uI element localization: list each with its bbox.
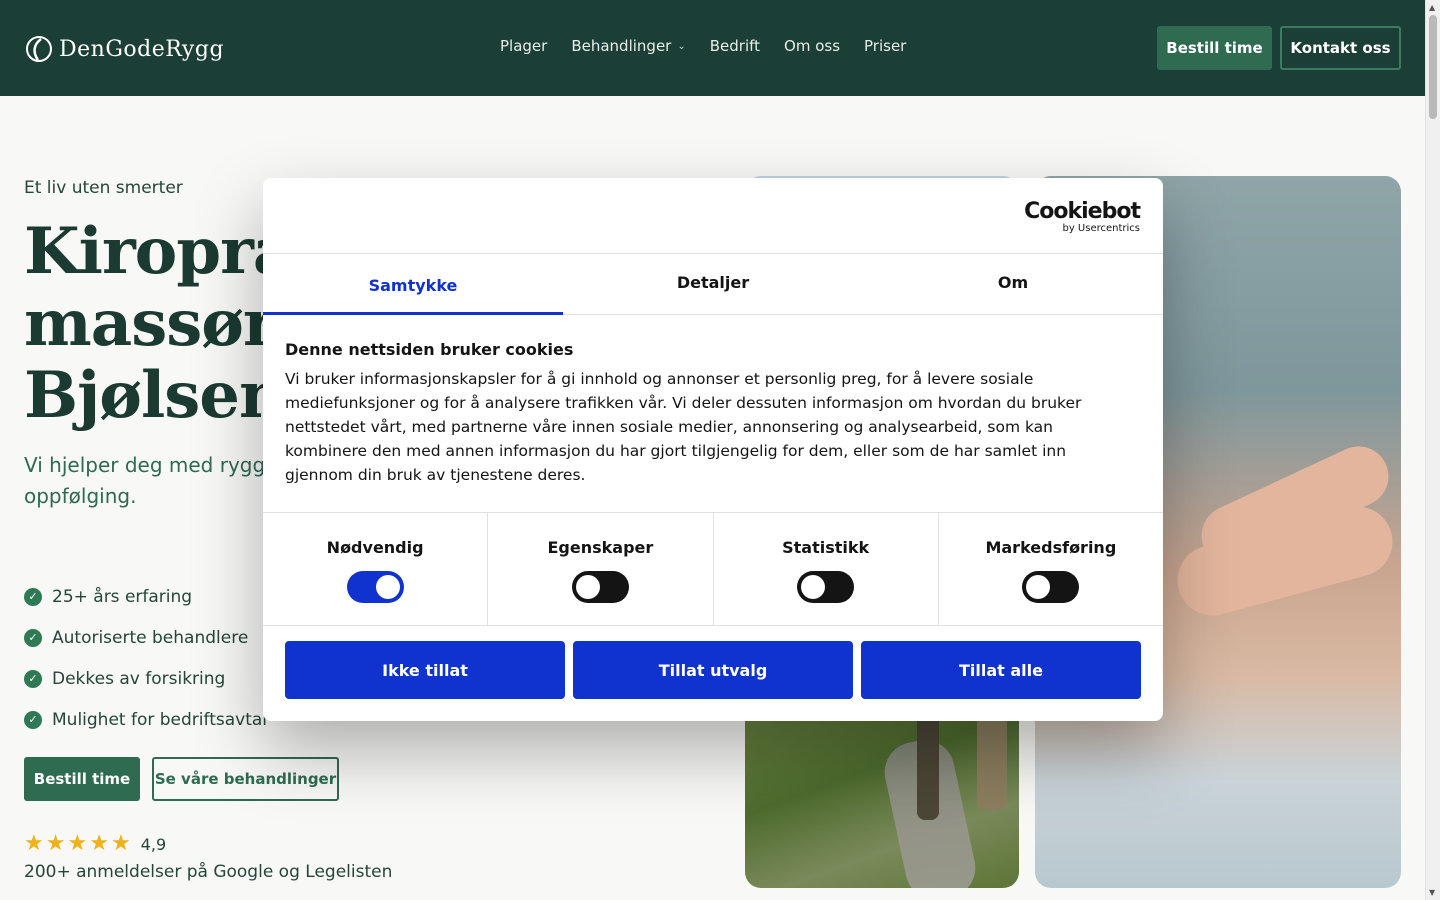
scroll-down-icon[interactable]: ▼ <box>1429 888 1435 897</box>
cookie-text: Vi bruker informasjonskapsler for å gi i… <box>285 370 1082 484</box>
toggle-switch-markedsforing[interactable] <box>1022 571 1080 603</box>
toggle-switch-nodvendig[interactable] <box>346 571 404 603</box>
rating-value: 4,9 <box>140 834 167 854</box>
check-icon: ✓ <box>24 628 42 647</box>
header-contact-button[interactable]: Kontakt oss <box>1280 26 1401 70</box>
toggle-label: Egenskaper <box>547 538 654 557</box>
hero-book-button[interactable]: Bestill time <box>24 757 140 801</box>
toggle-knob <box>1026 575 1051 599</box>
nav-item-behandlinger[interactable]: Behandlinger ⌄ <box>571 37 685 55</box>
check-icon: ✓ <box>24 669 42 688</box>
star-icon: ★ <box>45 831 66 856</box>
hero-treatments-button[interactable]: Se våre behandlinger <box>152 757 339 801</box>
logo-text: DenGodeRygg <box>59 36 225 62</box>
star-icon: ★ <box>110 831 131 856</box>
nav-item-bedrift[interactable]: Bedrift <box>710 37 760 55</box>
nav-item-label: Plager <box>500 37 548 55</box>
feature-label: Autoriserte behandlere <box>52 627 249 648</box>
toggle-knob <box>575 575 600 599</box>
cookiebot-name: Cookiebot <box>1024 199 1141 224</box>
feature-label: Dekkes av forsikring <box>52 668 226 689</box>
nav-item-label: Om oss <box>784 37 841 55</box>
feature-item: ✓ Mulighet for bedriftsavtal <box>24 699 267 740</box>
toggle-knob <box>375 575 400 599</box>
hero-eyebrow: Et liv uten smerter <box>24 178 183 198</box>
cookie-tabs: Samtykke Detaljer Om <box>263 253 1163 315</box>
nav-item-label: Bedrift <box>709 37 761 55</box>
reviews-text: 200+ anmeldelser på Google og Legelisten <box>24 862 393 882</box>
tab-om[interactable]: Om <box>863 254 1163 314</box>
check-icon: ✓ <box>24 710 42 729</box>
rating: ★ ★ ★ ★ ★ 4,9 <box>24 832 166 856</box>
feature-label: Mulighet for bedriftsavtal <box>52 709 268 730</box>
cookie-buttons: Ikke tillat Tillat utvalg Tillat alle <box>285 641 1141 699</box>
toggle-markedsforing: Markedsføring <box>939 513 1163 625</box>
toggle-label: Nødvendig <box>326 538 424 557</box>
cookie-body: Denne nettsiden bruker cookies Vi bruker… <box>285 340 1135 487</box>
deny-button[interactable]: Ikke tillat <box>285 641 565 699</box>
allow-selection-button[interactable]: Tillat utvalg <box>573 641 853 699</box>
toggle-label: Statistikk <box>782 538 870 557</box>
feature-label: 25+ års erfaring <box>52 586 193 607</box>
star-icon: ★ <box>24 831 44 856</box>
nav-item-label: Behandlinger <box>571 37 672 55</box>
nav-item-om-oss[interactable]: Om oss <box>784 37 840 55</box>
cookie-dialog: Cookiebot by Usercentrics Samtykke Detal… <box>263 178 1163 721</box>
check-icon: ✓ <box>24 587 42 606</box>
hiker-figure <box>917 710 939 820</box>
feature-item: ✓ 25+ års erfaring <box>24 576 267 617</box>
feature-item: ✓ Dekkes av forsikring <box>24 658 267 699</box>
nav-item-plager[interactable]: Plager <box>500 37 547 55</box>
hiking-image <box>745 700 1019 888</box>
nav-item-priser[interactable]: Priser <box>864 37 906 55</box>
feature-list: ✓ 25+ års erfaring ✓ Autoriserte behandler… <box>24 576 267 740</box>
site-logo[interactable]: DenGodeRygg <box>25 34 224 64</box>
main-nav: Plager Behandlinger ⌄ Bedrift Om oss Pris… <box>500 37 906 55</box>
cookiebot-by: by Usercentrics <box>1062 223 1140 234</box>
star-icon: ★ <box>67 831 88 856</box>
site-header: DenGodeRygg Plager Behandlinger ⌄ Bedrift… <box>0 0 1425 96</box>
toggle-switch-statistikk[interactable] <box>797 571 855 603</box>
consent-toggles: Nødvendig Egenskaper Statistikk Markedsf… <box>263 512 1163 626</box>
header-book-button[interactable]: Bestill time <box>1157 26 1272 70</box>
logo-icon <box>26 36 52 62</box>
toggle-egenskaper: Egenskaper <box>488 513 714 625</box>
toggle-knob <box>801 575 826 599</box>
toggle-label: Markedsføring <box>985 538 1117 557</box>
page-scrollbar[interactable]: ▲ ▼ <box>1425 0 1440 900</box>
scroll-up-icon[interactable]: ▲ <box>1429 3 1435 12</box>
toggle-nodvendig: Nødvendig <box>263 513 489 625</box>
allow-all-button[interactable]: Tillat alle <box>861 641 1141 699</box>
cookie-heading: Denne nettsiden bruker cookies <box>285 340 574 359</box>
toggle-switch-egenskaper[interactable] <box>571 571 629 603</box>
toggle-statistikk: Statistikk <box>714 513 939 625</box>
cookiebot-logo: Cookiebot by Usercentrics <box>1024 199 1141 234</box>
chevron-down-icon: ⌄ <box>677 40 686 52</box>
star-icon: ★ <box>89 831 109 856</box>
nav-item-label: Priser <box>864 37 907 55</box>
scroll-thumb[interactable] <box>1429 15 1437 119</box>
tab-detaljer[interactable]: Detaljer <box>563 254 863 314</box>
feature-item: ✓ Autoriserte behandlere <box>24 617 267 658</box>
tab-samtykke[interactable]: Samtykke <box>263 254 563 315</box>
